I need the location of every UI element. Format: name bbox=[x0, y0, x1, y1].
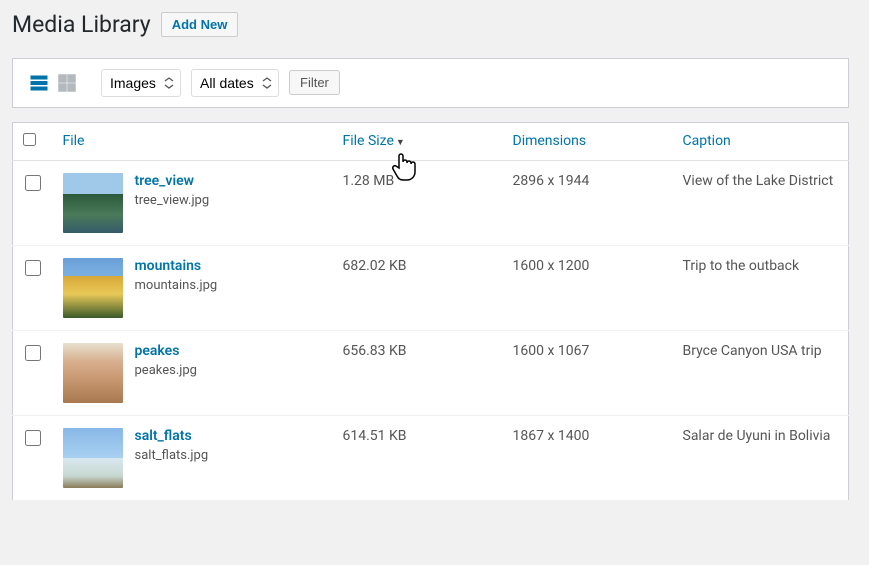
media-title-link[interactable]: tree_view bbox=[135, 173, 210, 189]
column-dimensions-header[interactable]: Dimensions bbox=[513, 133, 587, 149]
select-all-checkbox[interactable] bbox=[23, 133, 36, 146]
view-grid-button[interactable] bbox=[53, 69, 81, 97]
view-list-button[interactable] bbox=[25, 69, 53, 97]
row-checkbox[interactable] bbox=[25, 260, 41, 276]
media-toolbar: Images All dates Filter bbox=[12, 58, 849, 108]
row-checkbox[interactable] bbox=[25, 345, 41, 361]
row-checkbox[interactable] bbox=[25, 175, 41, 191]
media-caption: View of the Lake District bbox=[673, 160, 849, 245]
list-view-icon bbox=[29, 73, 49, 93]
filter-button[interactable]: Filter bbox=[289, 70, 340, 95]
table-row: salt_flats salt_flats.jpg 614.51 KB 1867… bbox=[13, 415, 849, 500]
column-filesize-header[interactable]: File Size▼ bbox=[343, 133, 405, 149]
media-filename: salt_flats.jpg bbox=[135, 448, 209, 463]
table-row: tree_view tree_view.jpg 1.28 MB 2896 x 1… bbox=[13, 160, 849, 245]
grid-view-icon bbox=[57, 73, 77, 93]
add-new-button[interactable]: Add New bbox=[161, 12, 239, 37]
column-filesize-label: File Size bbox=[343, 133, 394, 149]
media-filesize: 614.51 KB bbox=[333, 415, 503, 500]
media-thumbnail[interactable] bbox=[63, 428, 123, 488]
media-type-select[interactable]: Images bbox=[101, 69, 181, 97]
media-dimensions: 1867 x 1400 bbox=[503, 415, 673, 500]
page-title: Media Library bbox=[12, 10, 151, 40]
media-filesize: 682.02 KB bbox=[333, 245, 503, 330]
media-list-table: File File Size▼ Dimensions Caption tree_… bbox=[12, 122, 849, 501]
media-title-link[interactable]: salt_flats bbox=[135, 428, 209, 444]
column-file-header[interactable]: File bbox=[63, 133, 85, 149]
date-filter-select[interactable]: All dates bbox=[191, 69, 279, 97]
media-dimensions: 1600 x 1200 bbox=[503, 245, 673, 330]
media-caption: Salar de Uyuni in Bolivia bbox=[673, 415, 849, 500]
table-row: mountains mountains.jpg 682.02 KB 1600 x… bbox=[13, 245, 849, 330]
media-filename: peakes.jpg bbox=[135, 363, 197, 378]
media-filesize: 656.83 KB bbox=[333, 330, 503, 415]
media-title-link[interactable]: mountains bbox=[135, 258, 218, 274]
media-thumbnail[interactable] bbox=[63, 173, 123, 233]
media-filename: mountains.jpg bbox=[135, 278, 218, 293]
media-dimensions: 1600 x 1067 bbox=[503, 330, 673, 415]
media-thumbnail[interactable] bbox=[63, 258, 123, 318]
table-row: peakes peakes.jpg 656.83 KB 1600 x 1067 … bbox=[13, 330, 849, 415]
media-filename: tree_view.jpg bbox=[135, 193, 210, 208]
media-caption: Bryce Canyon USA trip bbox=[673, 330, 849, 415]
media-filesize: 1.28 MB bbox=[333, 160, 503, 245]
media-caption: Trip to the outback bbox=[673, 245, 849, 330]
sort-desc-icon: ▼ bbox=[396, 138, 405, 148]
media-thumbnail[interactable] bbox=[63, 343, 123, 403]
media-dimensions: 2896 x 1944 bbox=[503, 160, 673, 245]
media-title-link[interactable]: peakes bbox=[135, 343, 197, 359]
row-checkbox[interactable] bbox=[25, 430, 41, 446]
column-caption-header[interactable]: Caption bbox=[683, 133, 731, 149]
